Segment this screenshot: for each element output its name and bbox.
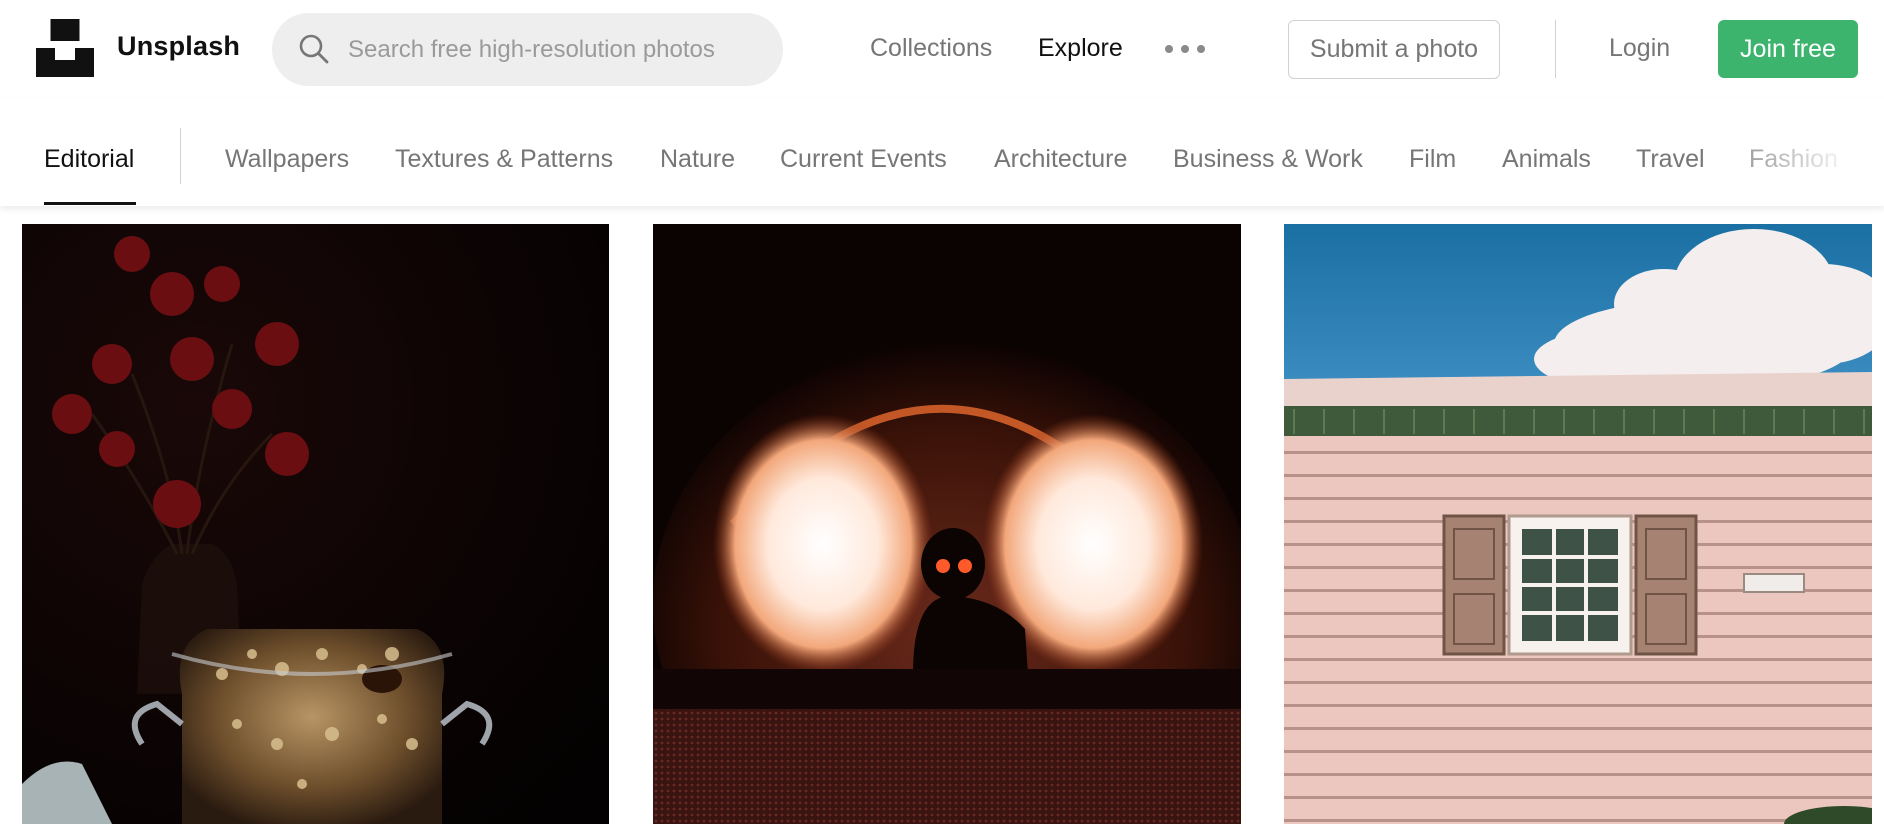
granola-jar-photo — [22, 224, 609, 824]
topic-travel[interactable]: Travel — [1636, 145, 1705, 174]
nav-collections-link[interactable]: Collections — [870, 34, 992, 63]
search-bar[interactable] — [272, 13, 783, 86]
join-free-button[interactable]: Join free — [1718, 20, 1858, 78]
topic-architecture[interactable]: Architecture — [994, 145, 1127, 174]
photo-card-dj[interactable] — [653, 224, 1241, 824]
nav-explore-link[interactable]: Explore — [1038, 34, 1123, 63]
topic-current-events[interactable]: Current Events — [780, 145, 947, 174]
active-topic-underline — [44, 202, 136, 205]
topic-business-work[interactable]: Business & Work — [1173, 145, 1363, 174]
header-divider — [1555, 20, 1556, 78]
login-link[interactable]: Login — [1609, 34, 1670, 63]
dj-silhouette-photo — [653, 224, 1241, 824]
dot — [1197, 45, 1205, 53]
topic-wallpapers[interactable]: Wallpapers — [225, 145, 349, 174]
topic-fashion[interactable]: Fashion — [1749, 145, 1838, 174]
pink-house-photo — [1284, 224, 1872, 824]
topic-textures-patterns[interactable]: Textures & Patterns — [395, 145, 613, 174]
topic-nature[interactable]: Nature — [660, 145, 735, 174]
top-header: Unsplash Collections Explore Submit a ph… — [0, 0, 1884, 98]
unsplash-logo-icon[interactable] — [36, 19, 94, 77]
topic-separator — [180, 128, 181, 184]
search-icon[interactable] — [298, 33, 330, 65]
search-input[interactable] — [348, 13, 768, 86]
submit-photo-button[interactable]: Submit a photo — [1288, 20, 1500, 79]
topic-nav: Editorial Wallpapers Textures & Patterns… — [0, 98, 1884, 206]
topic-editorial[interactable]: Editorial — [44, 145, 134, 174]
dot — [1165, 45, 1173, 53]
photo-card-house[interactable] — [1284, 224, 1872, 824]
dot — [1181, 45, 1189, 53]
photo-card-granola[interactable] — [22, 224, 609, 824]
topic-film[interactable]: Film — [1409, 145, 1456, 174]
topic-animals[interactable]: Animals — [1502, 145, 1591, 174]
brand-name[interactable]: Unsplash — [117, 31, 240, 62]
more-dots-icon[interactable] — [1165, 34, 1205, 64]
